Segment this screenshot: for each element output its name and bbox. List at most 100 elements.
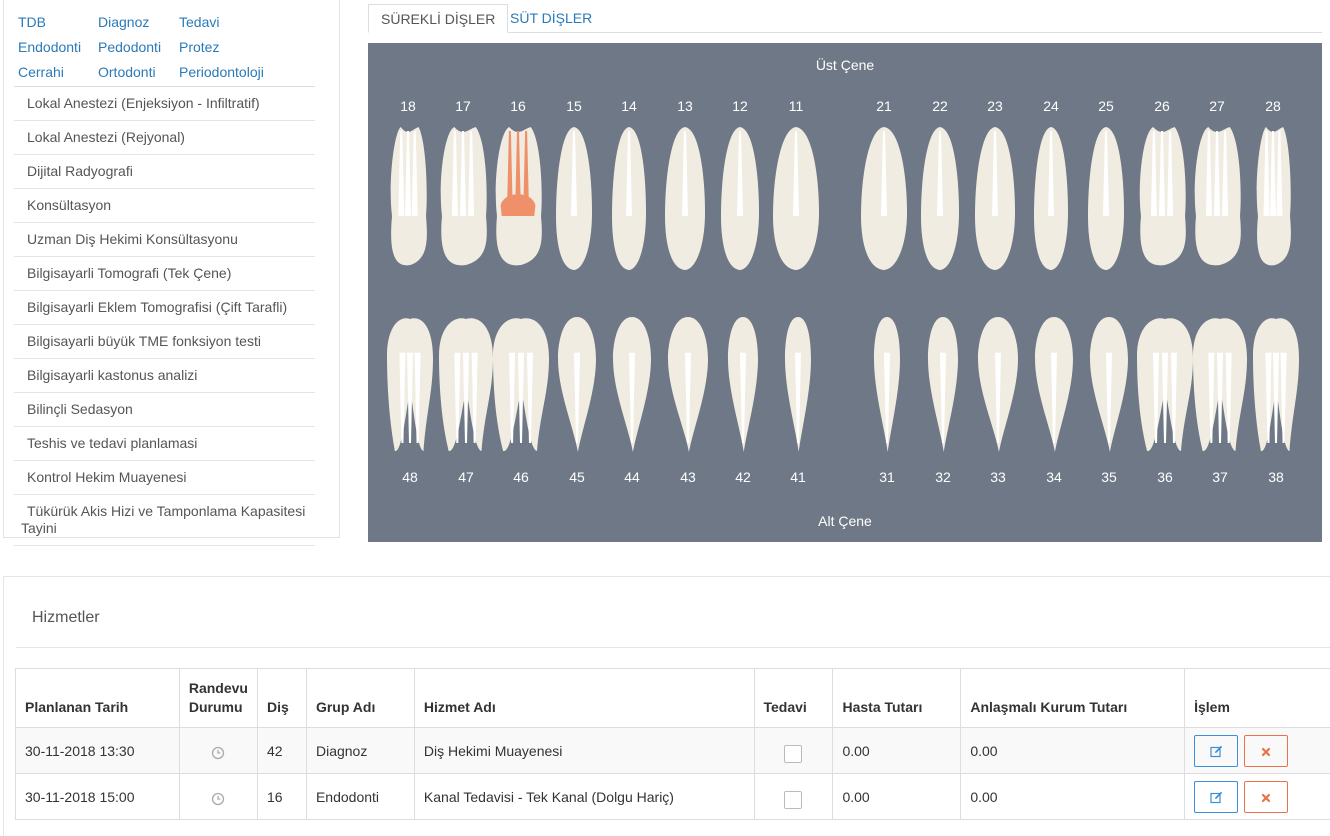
- tooth-number-label: 22: [920, 98, 960, 114]
- tooth-25[interactable]: [1084, 123, 1128, 273]
- tooth-28[interactable]: [1250, 123, 1296, 273]
- tooth-14[interactable]: [608, 123, 650, 273]
- service-item[interactable]: Tükürük Akis Hizi ve Tamponlama Kapasite…: [14, 495, 315, 546]
- delete-button[interactable]: [1244, 735, 1288, 767]
- tooth-number-label: 23: [975, 98, 1015, 114]
- tooth-43[interactable]: [664, 313, 712, 455]
- tooth-47[interactable]: [435, 313, 497, 455]
- column-header[interactable]: Tedavi: [754, 669, 833, 728]
- table-row: 30-11-2018 15:00 16 Endodonti Kanal Teda…: [16, 774, 1330, 820]
- tooth-number: 16: [257, 774, 306, 820]
- dentition-tabs: SÜREKLİ DİŞLER SÜT DİŞLER: [368, 4, 1322, 33]
- service-item[interactable]: Lokal Anestezi (Enjeksiyon - Infiltratif…: [14, 87, 315, 121]
- tooth-number-label: 28: [1253, 98, 1293, 114]
- service-item[interactable]: Bilgisayarli büyük TME fonksiyon testi: [14, 325, 315, 359]
- tooth-31[interactable]: [870, 313, 904, 455]
- tooth-38[interactable]: [1249, 313, 1303, 455]
- service-name: Kanal Tedavisi - Tek Kanal (Dolgu Hariç): [414, 774, 754, 820]
- edit-button[interactable]: [1194, 735, 1238, 767]
- tooth-24[interactable]: [1030, 123, 1072, 273]
- tooth-21[interactable]: [857, 123, 911, 273]
- column-header[interactable]: Anlaşmalı Kurum Tutarı: [961, 669, 1185, 728]
- column-header[interactable]: Planlanan Tarih: [16, 669, 180, 728]
- service-item[interactable]: Konsültasyon: [14, 189, 315, 223]
- column-header[interactable]: Diş: [257, 669, 306, 728]
- service-list: Lokal Anestezi (Enjeksiyon - Infiltratif…: [14, 86, 315, 546]
- tooth-number-label: 46: [501, 469, 541, 485]
- tooth-27[interactable]: [1188, 123, 1246, 273]
- column-header[interactable]: Grup Adı: [306, 669, 414, 728]
- column-header[interactable]: Hasta Tutarı: [833, 669, 961, 728]
- service-item[interactable]: Teshis ve tedavi planlamasi: [14, 427, 315, 461]
- group-name: Endodonti: [306, 774, 414, 820]
- tooth-26[interactable]: [1133, 123, 1191, 273]
- close-icon: [1261, 747, 1271, 757]
- services-section-title: Hizmetler: [32, 609, 100, 627]
- tooth-46[interactable]: [489, 313, 553, 455]
- tooth-number-label: 18: [388, 98, 428, 114]
- clock-icon: [211, 746, 225, 760]
- delete-button[interactable]: [1244, 781, 1288, 813]
- tooth-44[interactable]: [609, 313, 655, 455]
- service-item[interactable]: Bilgisayarli Eklem Tomografisi (Çift Tar…: [14, 291, 315, 325]
- category-link-tedavi[interactable]: Tedavi: [179, 14, 219, 30]
- appointment-status: [179, 728, 257, 774]
- treatment-checkbox[interactable]: [784, 791, 802, 809]
- column-header[interactable]: Randevu Durumu: [179, 669, 257, 728]
- upper-jaw-label: Üst Çene: [368, 57, 1322, 73]
- edit-icon: [1210, 745, 1223, 758]
- clock-icon: [211, 792, 225, 806]
- planned-date: 30-11-2018 13:30: [16, 728, 180, 774]
- tooth-number-label: 31: [867, 469, 907, 485]
- tooth-number: 42: [257, 728, 306, 774]
- tooth-35[interactable]: [1086, 313, 1132, 455]
- tooth-41[interactable]: [781, 313, 815, 455]
- tooth-12[interactable]: [717, 123, 763, 273]
- category-link-periodontoloji[interactable]: Periodontoloji: [179, 64, 264, 80]
- tooth-33[interactable]: [974, 313, 1022, 455]
- tooth-23[interactable]: [971, 123, 1019, 273]
- divider: [16, 647, 1330, 648]
- institution-amount: 0.00: [961, 774, 1185, 820]
- tab-permanent-teeth[interactable]: SÜREKLİ DİŞLER: [368, 4, 508, 33]
- institution-amount: 0.00: [961, 728, 1185, 774]
- service-item[interactable]: Bilgisayarli kastonus analizi: [14, 359, 315, 393]
- service-item[interactable]: Lokal Anestezi (Rejyonal): [14, 121, 315, 155]
- tooth-number-label: 48: [390, 469, 430, 485]
- tooth-36[interactable]: [1133, 313, 1197, 455]
- tooth-17[interactable]: [434, 123, 492, 273]
- edit-button[interactable]: [1194, 781, 1238, 813]
- tooth-48[interactable]: [383, 313, 437, 455]
- tooth-34[interactable]: [1031, 313, 1077, 455]
- service-item[interactable]: Uzman Diş Hekimi Konsültasyonu: [14, 223, 315, 257]
- tooth-32[interactable]: [924, 313, 962, 455]
- column-header[interactable]: Hizmet Adı: [414, 669, 754, 728]
- tooth-15[interactable]: [552, 123, 596, 273]
- tooth-18[interactable]: [384, 123, 432, 273]
- tooth-number-label: 42: [723, 469, 763, 485]
- tooth-number-label: 43: [668, 469, 708, 485]
- category-link-pedodonti[interactable]: Pedodonti: [98, 39, 161, 55]
- tooth-number-label: 44: [612, 469, 652, 485]
- tab-primary-teeth[interactable]: SÜT DİŞLER: [498, 4, 604, 33]
- tooth-45[interactable]: [554, 313, 600, 455]
- category-link-protez[interactable]: Protez: [179, 39, 219, 55]
- tooth-13[interactable]: [661, 123, 709, 273]
- tooth-37[interactable]: [1189, 313, 1251, 455]
- service-item[interactable]: Dijital Radyografi: [14, 155, 315, 189]
- tooth-number-label: 12: [720, 98, 760, 114]
- category-link-endodonti[interactable]: Endodonti: [18, 39, 81, 55]
- tooth-16[interactable]: [489, 123, 547, 273]
- category-link-diagnoz[interactable]: Diagnoz: [98, 14, 149, 30]
- service-item[interactable]: Bilgisayarli Tomografi (Tek Çene): [14, 257, 315, 291]
- category-link-cerrahi[interactable]: Cerrahi: [18, 64, 64, 80]
- category-link-ortodonti[interactable]: Ortodonti: [98, 64, 156, 80]
- tooth-22[interactable]: [917, 123, 963, 273]
- treatment-checkbox[interactable]: [784, 745, 802, 763]
- service-item[interactable]: Bilinçli Sedasyon: [14, 393, 315, 427]
- service-item[interactable]: Kontrol Hekim Muayenesi: [14, 461, 315, 495]
- tooth-number-label: 15: [554, 98, 594, 114]
- tooth-11[interactable]: [769, 123, 823, 273]
- category-link-tdb[interactable]: TDB: [18, 14, 46, 30]
- tooth-42[interactable]: [724, 313, 762, 455]
